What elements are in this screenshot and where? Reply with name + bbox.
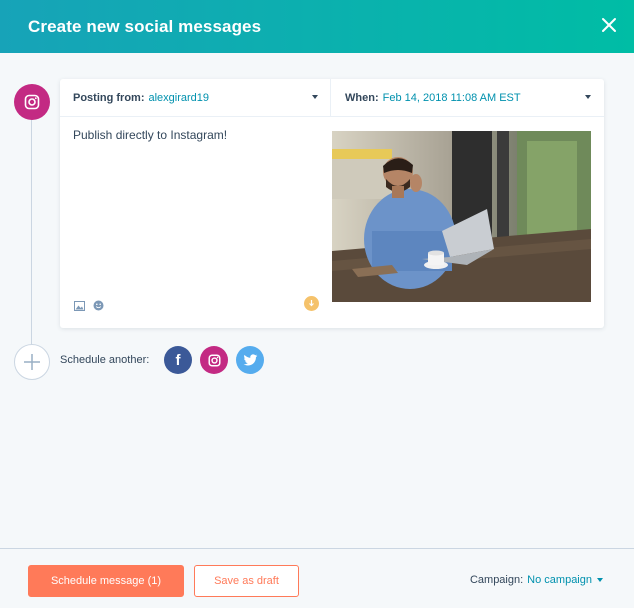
schedule-another-label: Schedule another: — [60, 354, 150, 366]
chevron-down-icon — [312, 95, 318, 99]
posting-from-dropdown[interactable]: Posting from: alexgirard19 — [60, 79, 331, 117]
save-draft-button[interactable]: Save as draft — [194, 565, 299, 597]
chevron-down-icon — [585, 95, 591, 99]
modal-title: Create new social messages — [28, 17, 262, 36]
twitter-icon — [243, 353, 257, 365]
suggestion-icon[interactable] — [304, 296, 319, 311]
posting-from-value: alexgirard19 — [148, 92, 210, 104]
when-label: When: — [345, 92, 379, 104]
posting-from-label: Posting from: — [73, 92, 145, 104]
emoji-icon[interactable] — [93, 298, 104, 316]
campaign-dropdown[interactable]: No campaign — [527, 574, 592, 586]
campaign-label: Campaign: — [469, 574, 524, 586]
chevron-down-icon[interactable] — [597, 578, 603, 582]
instagram-icon — [24, 94, 40, 110]
when-dropdown[interactable]: When: Feb 14, 2018 11:08 AM EST — [331, 79, 604, 117]
message-card: Posting from: alexgirard19 When: Feb 14,… — [60, 79, 604, 328]
timeline-line — [31, 115, 32, 345]
close-icon — [602, 18, 616, 32]
attached-image[interactable] — [332, 131, 591, 302]
schedule-message-button[interactable]: Schedule message (1) — [28, 565, 184, 597]
schedule-instagram-button[interactable] — [200, 346, 228, 374]
instagram-icon — [207, 353, 221, 367]
schedule-twitter-button[interactable] — [236, 346, 264, 374]
close-button[interactable] — [598, 14, 620, 36]
plus-icon — [24, 354, 40, 370]
schedule-facebook-button[interactable]: f — [164, 346, 192, 374]
modal-footer: Schedule message (1) Save as draft Campa… — [0, 548, 634, 608]
modal-header: Create new social messages — [0, 0, 634, 53]
campaign-selector: Campaign: No campaign — [470, 574, 603, 586]
add-message-button[interactable] — [14, 344, 50, 380]
facebook-icon: f — [175, 352, 181, 369]
card-header: Posting from: alexgirard19 When: Feb 14,… — [60, 79, 604, 117]
when-value: Feb 14, 2018 11:08 AM EST — [382, 92, 521, 104]
network-avatar — [14, 84, 50, 120]
message-text[interactable]: Publish directly to Instagram! — [73, 128, 227, 142]
image-icon[interactable] — [74, 298, 85, 316]
